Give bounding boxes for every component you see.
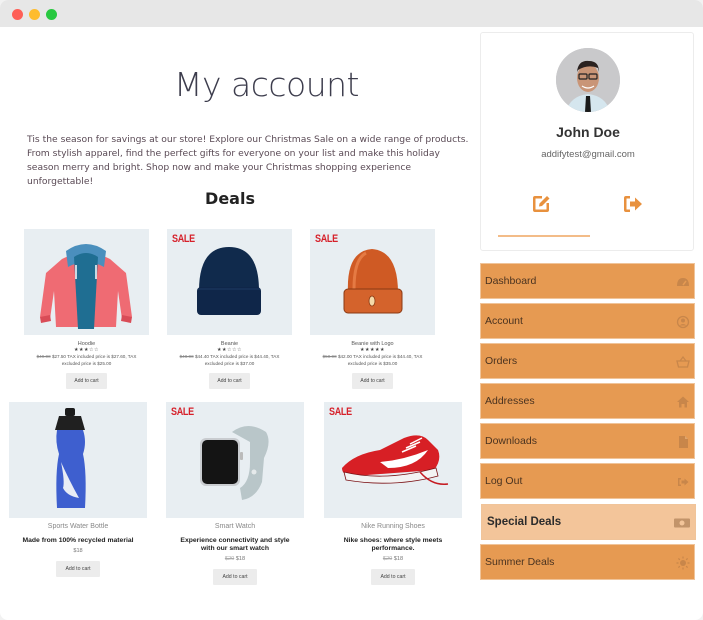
minimize-window-button[interactable] [29, 9, 40, 20]
nav-item-summer-deals[interactable]: Summer Deals [480, 544, 695, 580]
user-email: addifytest@gmail.com [541, 149, 635, 160]
nav-item-downloads[interactable]: Downloads [480, 423, 695, 459]
close-window-button[interactable] [12, 9, 23, 20]
nav-item-label: Special Deals [487, 516, 562, 528]
hoodie-image[interactable] [24, 229, 149, 335]
add-to-cart-button[interactable]: Add to cart [352, 373, 393, 389]
rating-stars: ★★★★★ [360, 347, 385, 353]
product-name[interactable]: Nike Running Shoes [324, 523, 462, 530]
logout-icon [624, 196, 642, 212]
price: $18 [235, 556, 246, 562]
home-icon [676, 395, 690, 409]
running-shoes-image[interactable]: SALE [324, 402, 462, 518]
product-card-beanie-with-logo: SALE Beanie with Logo ★★★★★ $50.00 $42.0… [310, 229, 435, 389]
product-description: Experience connectivity and style with o… [180, 537, 290, 552]
dashboard-icon [676, 275, 690, 289]
old-price: $20 [382, 556, 393, 562]
nav-item-label: Summer Deals [485, 556, 555, 568]
sale-badge: SALE [315, 232, 338, 245]
avatar [556, 48, 620, 112]
browser-window: My account Tis the season for savings at… [0, 0, 703, 620]
add-to-cart-button[interactable]: Add to cart [213, 569, 257, 585]
product-card-nike-running-shoes: SALE Nike Running Shoes Nike shoes: wher… [324, 402, 462, 585]
beanie-image[interactable]: SALE [167, 229, 292, 335]
intro-text: Tis the season for savings at our store!… [27, 134, 469, 187]
product-price: $20 $18 [324, 556, 462, 562]
profile-card: John Doe addifytest@gmail.com [480, 32, 694, 251]
old-price: $50.00 [322, 354, 337, 359]
water-bottle-image[interactable] [9, 402, 147, 518]
product-name[interactable]: Sports Water Bottle [9, 523, 147, 530]
edit-profile-button[interactable] [530, 193, 552, 215]
active-tab-underline [498, 235, 590, 237]
product-price: $20 $18 [166, 556, 304, 562]
rating-stars: ★★★☆☆ [74, 347, 99, 353]
old-price: $20 [224, 556, 235, 562]
product-price: $49.00 $27.50 TAX included price is $27.… [24, 354, 149, 367]
product-card-hoodie: Hoodie ★★★☆☆ $49.00 $27.50 TAX included … [24, 229, 149, 389]
add-to-cart-button[interactable]: Add to cart [371, 569, 415, 585]
price: $18 [73, 548, 83, 554]
nav-item-dashboard[interactable]: Dashboard [480, 263, 695, 299]
deals-heading: Deals [205, 189, 255, 208]
nav-item-orders[interactable]: Orders [480, 343, 695, 379]
product-card-sports-water-bottle: Sports Water Bottle Made from 100% recyc… [9, 402, 147, 577]
nav-item-special-deals[interactable]: Special Deals [481, 504, 696, 540]
user-icon [676, 315, 690, 329]
add-to-cart-button[interactable]: Add to cart [209, 373, 250, 389]
main-content: My account Tis the season for savings at… [0, 27, 478, 620]
logout-button[interactable] [621, 193, 645, 215]
maximize-window-button[interactable] [46, 9, 57, 20]
sale-badge: SALE [171, 405, 194, 418]
product-name[interactable]: Smart Watch [166, 523, 304, 530]
product-card-beanie: SALE Beanie ★★☆☆☆ $48.00 $44.40 TAX incl… [167, 229, 292, 389]
product-description: Made from 100% recycled material [22, 537, 134, 544]
sale-badge: SALE [172, 232, 195, 245]
product-price: $48.00 $44.40 TAX included price is $44.… [167, 354, 292, 367]
file-icon [676, 435, 690, 449]
nav-item-label: Account [485, 315, 523, 327]
nav-item-log-out[interactable]: Log Out [480, 463, 695, 499]
nav-item-label: Dashboard [485, 275, 537, 287]
product-card-smart-watch: SALE Smart Watch Experience connectivity… [166, 402, 304, 585]
user-name: John Doe [556, 124, 620, 140]
basket-icon [676, 355, 690, 369]
product-description: Nike shoes: where style meets performanc… [343, 537, 443, 552]
product-price: $50.00 $42.00 TAX included price is $44.… [310, 354, 435, 367]
old-price: $49.00 [36, 354, 51, 359]
price-text: $42.00 TAX included price is $44.40, TAX… [337, 354, 423, 366]
old-price: $48.00 [179, 354, 194, 359]
edit-icon [533, 196, 550, 212]
smart-watch-image[interactable]: SALE [166, 402, 304, 518]
sale-badge: SALE [329, 405, 352, 418]
add-to-cart-button[interactable]: Add to cart [56, 561, 100, 577]
product-price: $18 [9, 548, 147, 554]
nav-item-label: Addresses [485, 395, 535, 407]
beanie-logo-image[interactable]: SALE [310, 229, 435, 335]
page-title: My account [174, 65, 359, 104]
price-text: $27.50 TAX included price is $27.60, TAX… [51, 354, 137, 366]
nav-item-account[interactable]: Account [480, 303, 695, 339]
rating-stars: ★★☆☆☆ [217, 347, 242, 353]
money-icon [673, 516, 691, 530]
add-to-cart-button[interactable]: Add to cart [66, 373, 107, 389]
nav-item-label: Orders [485, 355, 518, 367]
price: $18 [393, 556, 404, 562]
logout-icon [676, 475, 690, 489]
nav-item-label: Downloads [485, 435, 537, 447]
price-text: $44.40 TAX included price is $44.40, TAX… [194, 354, 280, 366]
nav-item-addresses[interactable]: Addresses [480, 383, 695, 419]
nav-item-label: Log Out [485, 475, 523, 487]
sun-icon [676, 556, 690, 570]
title-bar [0, 0, 703, 27]
